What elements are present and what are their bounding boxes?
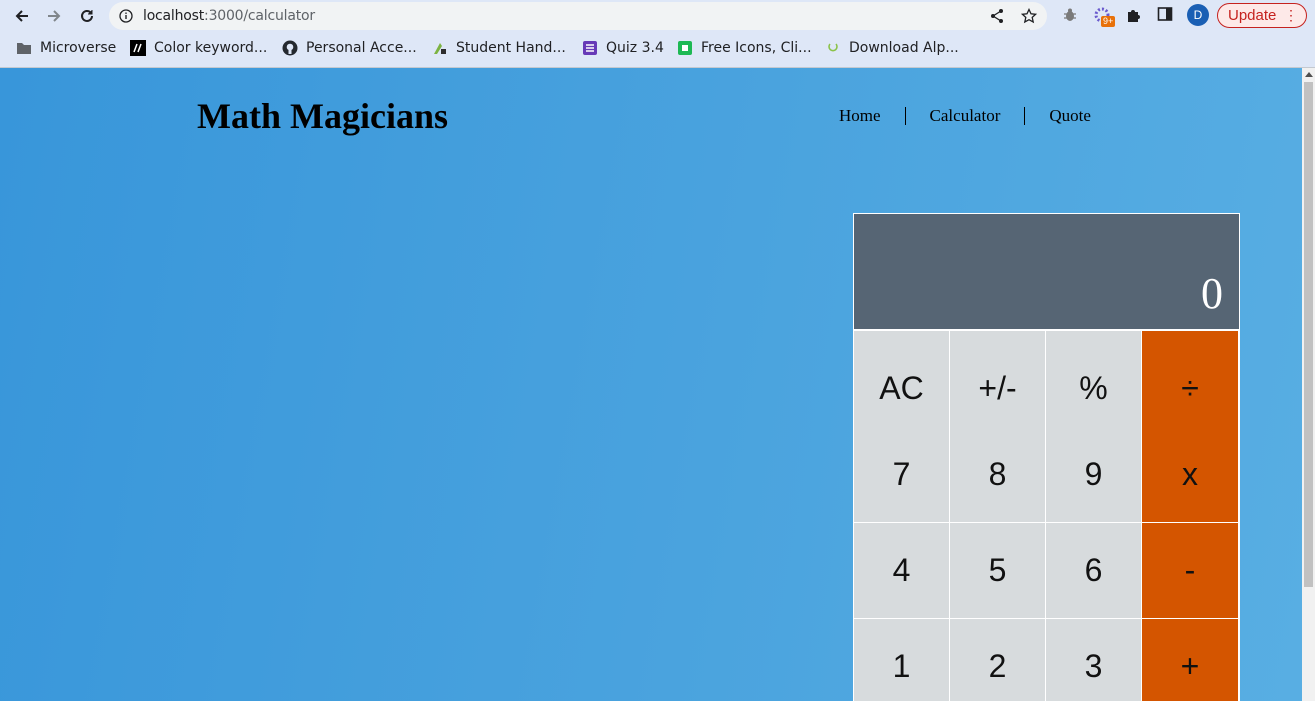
key-9[interactable]: 9 [1046, 427, 1141, 522]
key-5[interactable]: 5 [950, 523, 1045, 618]
bookmark-label: Personal Acce... [306, 40, 417, 56]
key-1[interactable]: 1 [854, 619, 949, 701]
page-scrollbar[interactable] [1302, 68, 1315, 701]
address-bar[interactable]: localhost:3000/calculator [109, 2, 1047, 30]
form-icon [582, 40, 598, 56]
icons-icon [677, 40, 693, 56]
url-text: localhost:3000/calculator [143, 8, 315, 24]
mdn-icon [130, 40, 146, 56]
bookmark-item[interactable]: Quiz 3.4 [582, 40, 664, 56]
bookmark-item[interactable]: Download Alp... [825, 40, 959, 56]
key-8[interactable]: 8 [950, 427, 1045, 522]
bookmark-label: Download Alp... [849, 40, 959, 56]
notion-icon [432, 40, 448, 56]
bookmarks-bar: Microverse Color keyword... Personal Acc… [0, 32, 1315, 68]
main-nav: Home Calculator Quote [815, 106, 1115, 126]
key-2[interactable]: 2 [950, 619, 1045, 701]
nav-quote-link[interactable]: Quote [1025, 106, 1115, 126]
bookmark-item[interactable]: Color keyword... [130, 40, 267, 56]
scroll-up-icon[interactable] [1305, 72, 1313, 77]
nav-calculator-link[interactable]: Calculator [906, 106, 1025, 126]
back-icon[interactable] [11, 5, 33, 27]
key-add[interactable]: + [1142, 619, 1238, 701]
bookmark-star-icon[interactable] [1020, 7, 1038, 29]
alpine-icon [825, 40, 841, 56]
calculator-keypad: AC +/- % ÷ 7 8 9 x 4 5 6 - 1 2 3 + [854, 331, 1239, 701]
side-panel-icon[interactable] [1157, 6, 1173, 27]
bookmark-item[interactable]: Free Icons, Cli... [677, 40, 812, 56]
kebab-menu-icon: ⋮ [1284, 7, 1298, 23]
site-info-icon[interactable] [119, 9, 133, 28]
bookmark-item[interactable]: Microverse [16, 40, 116, 56]
key-subtract[interactable]: - [1142, 523, 1238, 618]
update-label: Update [1228, 7, 1277, 24]
key-7[interactable]: 7 [854, 427, 949, 522]
site-logo: Math Magicians [197, 96, 448, 136]
key-6[interactable]: 6 [1046, 523, 1141, 618]
reload-icon[interactable] [76, 5, 98, 27]
key-multiply[interactable]: x [1142, 427, 1238, 522]
bookmark-item[interactable]: Student Hand... [432, 40, 566, 56]
folder-icon [16, 40, 32, 56]
profile-avatar[interactable]: D [1187, 4, 1209, 26]
forward-icon[interactable] [43, 5, 65, 27]
bug-extension-icon[interactable] [1061, 6, 1079, 29]
extension-badge: 9+ [1101, 16, 1116, 27]
bookmark-label: Color keyword... [154, 40, 268, 56]
extensions-puzzle-icon[interactable] [1125, 6, 1143, 29]
nav-home-link[interactable]: Home [815, 106, 905, 126]
bookmark-label: Microverse [40, 40, 117, 56]
bookmark-item[interactable]: Personal Acce... [282, 40, 417, 56]
github-icon [282, 40, 298, 56]
update-button[interactable]: Update ⋮ [1217, 3, 1307, 28]
share-icon[interactable] [989, 8, 1005, 29]
calculator-display: 0 [854, 214, 1239, 329]
scrollbar-thumb[interactable] [1304, 82, 1313, 587]
bookmark-label: Student Hand... [456, 40, 566, 56]
key-4[interactable]: 4 [854, 523, 949, 618]
key-3[interactable]: 3 [1046, 619, 1141, 701]
bookmark-label: Quiz 3.4 [606, 40, 664, 56]
calculator: 0 AC +/- % ÷ 7 8 9 x 4 5 6 - 1 2 3 + [853, 213, 1240, 701]
page-viewport: Math Magicians Home Calculator Quote 0 A… [0, 68, 1302, 701]
browser-toolbar: localhost:3000/calculator 9+ D Update ⋮ [0, 0, 1315, 32]
bookmark-label: Free Icons, Cli... [701, 40, 812, 56]
